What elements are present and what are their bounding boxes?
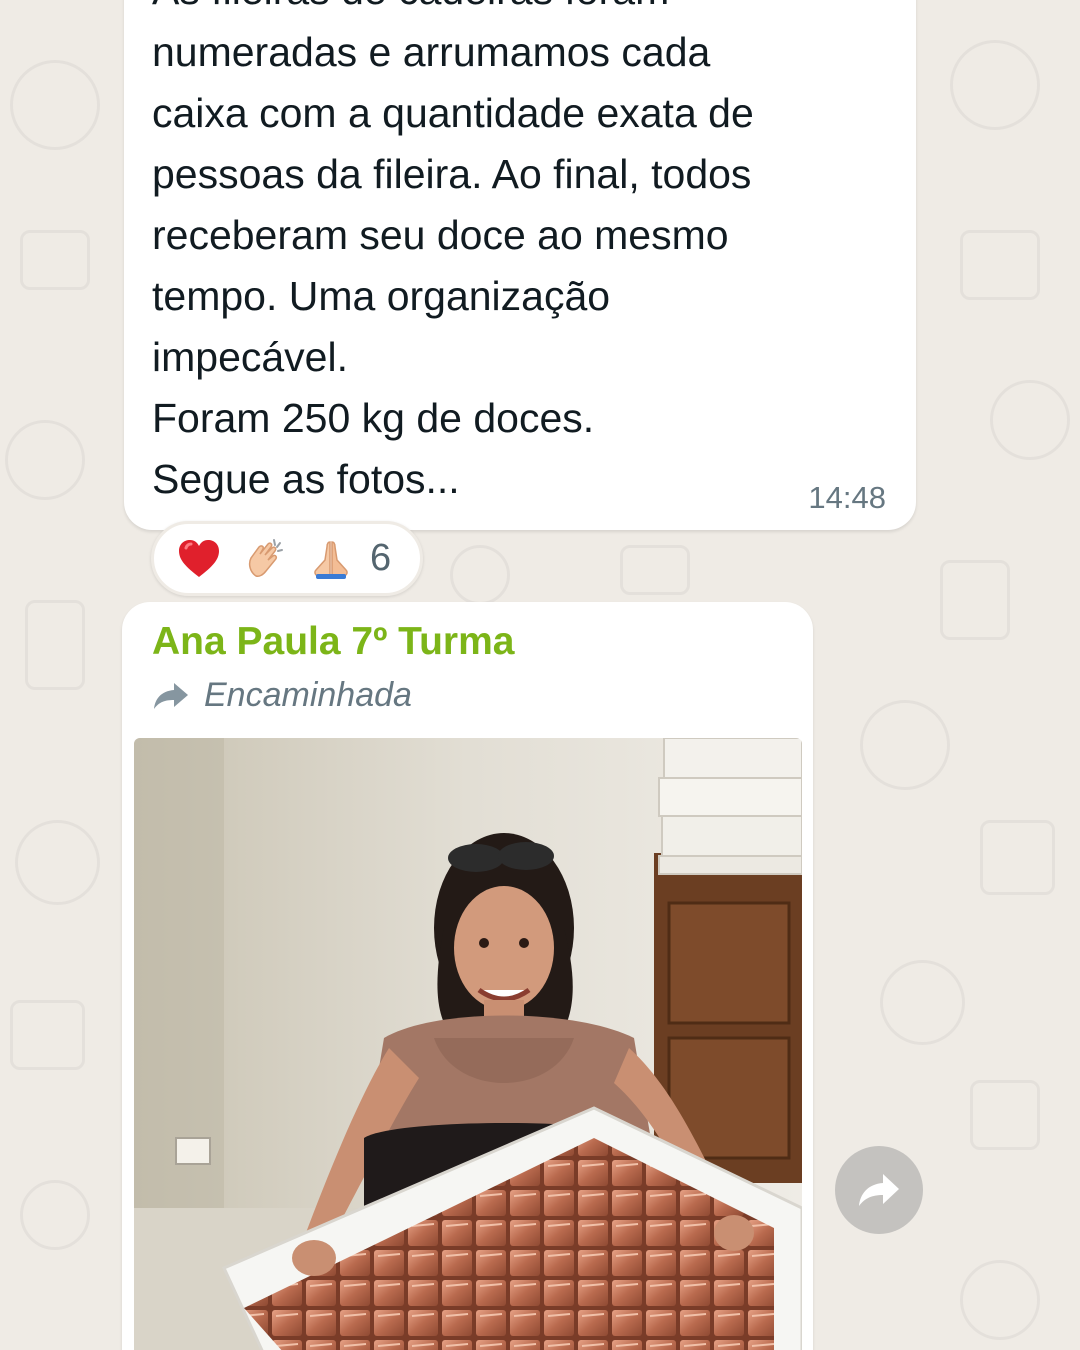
forwarded-label: Encaminhada	[204, 676, 412, 714]
message-line: tempo. Uma organização	[152, 273, 611, 319]
forward-button[interactable]	[835, 1146, 923, 1234]
forward-arrow-icon	[859, 1174, 899, 1206]
message-line: receberam seu doce ao mesmo	[152, 212, 729, 258]
message-line: Segue as fotos...	[152, 456, 460, 502]
message-photo[interactable]	[134, 738, 802, 1350]
message-timestamp: 14:48	[808, 480, 886, 515]
heart-icon	[176, 536, 222, 582]
image-message-bubble[interactable]: Ana Paula 7º Turma Encaminhada	[122, 602, 813, 1350]
text-message-bubble[interactable]: As fileiras de cadeiras foram numeradas …	[124, 0, 916, 530]
message-line: As fileiras de cadeiras foram	[152, 0, 669, 14]
folded-hands-icon	[308, 536, 354, 582]
message-line: caixa com a quantidade exata de	[152, 90, 754, 136]
message-line: Foram 250 kg de doces.	[152, 395, 595, 441]
message-line: impecável.	[152, 334, 348, 380]
message-line: pessoas da fileira. Ao final, todos	[152, 151, 752, 197]
message-reactions[interactable]: 6	[151, 521, 423, 596]
reaction-count: 6	[370, 537, 392, 579]
forwarded-arrow-icon	[154, 682, 188, 709]
clapping-hands-icon	[242, 536, 288, 582]
message-line: numeradas e arrumamos cada	[152, 29, 711, 75]
forwarded-indicator: Encaminhada	[152, 676, 412, 715]
sender-name[interactable]: Ana Paula 7º Turma	[152, 620, 514, 664]
